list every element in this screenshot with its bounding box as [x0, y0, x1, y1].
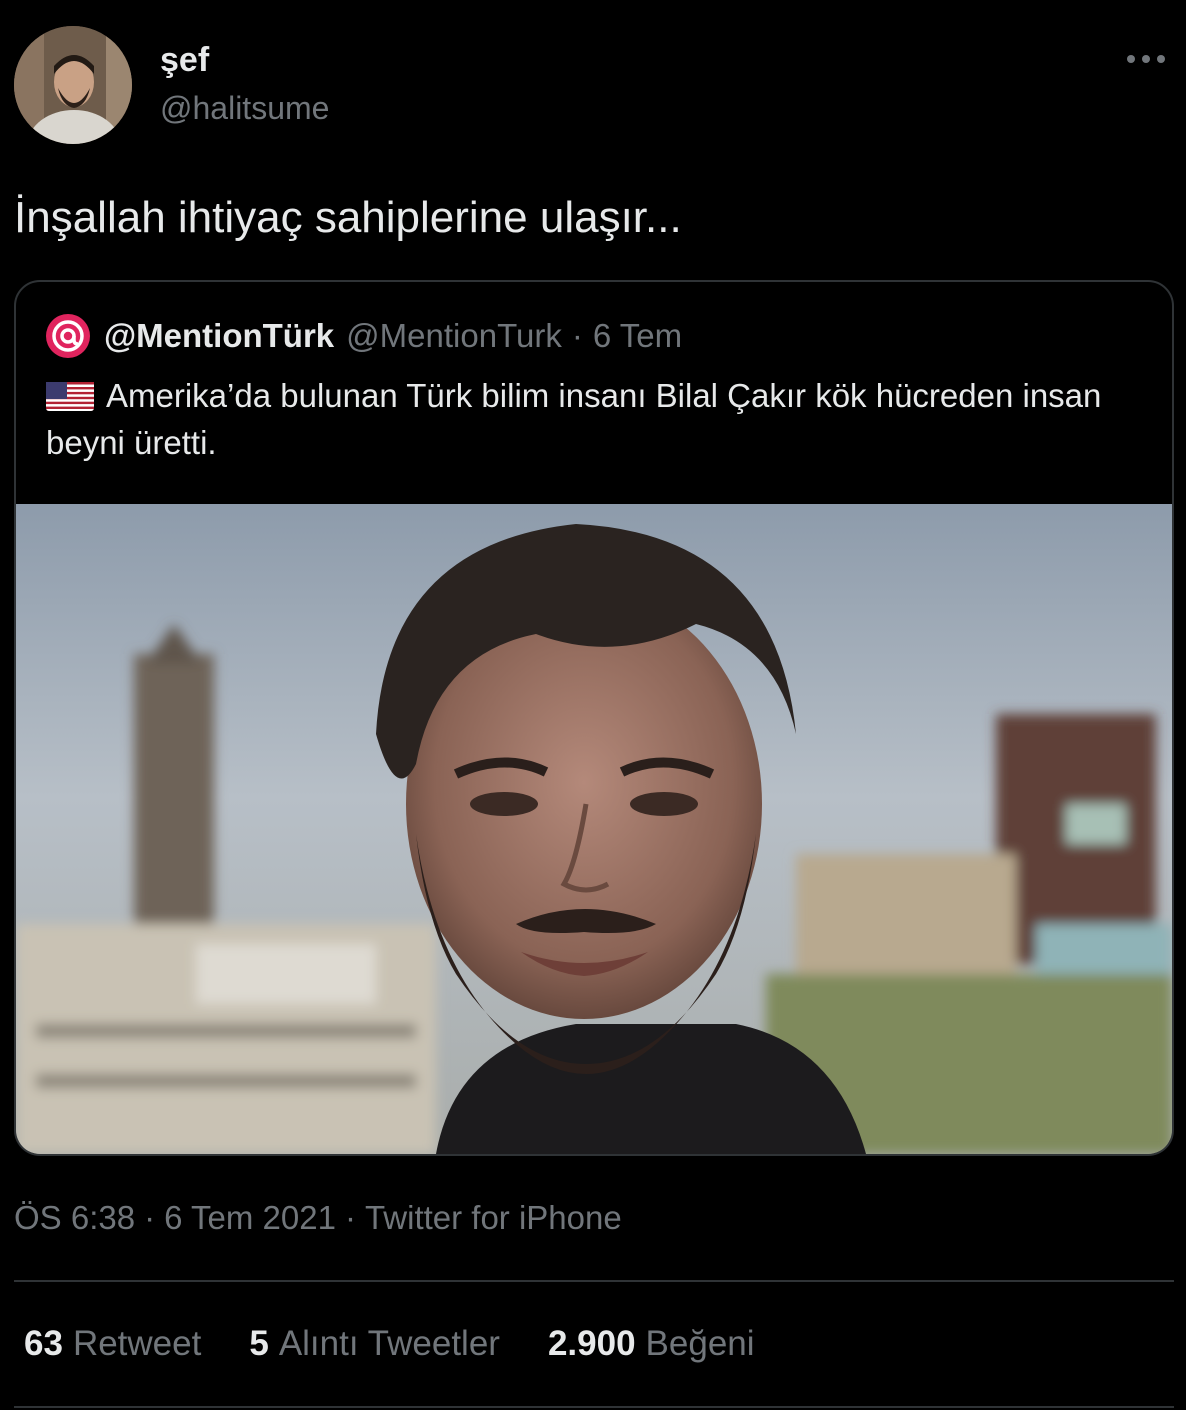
- author-avatar[interactable]: [14, 26, 132, 144]
- quote-tweets-label: Alıntı Tweetler: [278, 1324, 500, 1363]
- tweet-stats: 63 Retweet 5 Alıntı Tweetler 2.900 Beğeni: [24, 1324, 803, 1364]
- retweets-count: 63: [24, 1324, 63, 1363]
- tweet-time[interactable]: ÖS 6:38: [14, 1199, 135, 1236]
- more-horizontal-icon: [1127, 55, 1165, 63]
- retweets-stat[interactable]: 63 Retweet: [24, 1324, 201, 1364]
- likes-count: 2.900: [547, 1324, 636, 1363]
- quoted-date[interactable]: 6 Tem: [593, 317, 682, 355]
- quoted-display-name[interactable]: @MentionTürk: [104, 317, 334, 355]
- mention-at-logo-icon: [46, 314, 90, 358]
- tweet-text: İnşallah ihtiyaç sahiplerine ulaşır...: [14, 193, 682, 242]
- quoted-tweet-body: Amerika’da bulunan Türk bilim insanı Bil…: [46, 377, 1102, 461]
- likes-stat[interactable]: 2.900 Beğeni: [548, 1324, 755, 1364]
- author-handle[interactable]: @halitsume: [160, 88, 329, 128]
- meta-separator: ·: [344, 1199, 356, 1236]
- quoted-handle[interactable]: @MentionTurk: [346, 317, 562, 355]
- quoted-tweet-image[interactable]: [16, 504, 1172, 1154]
- more-options-button[interactable]: [1122, 44, 1170, 74]
- author-display-name[interactable]: şef: [160, 40, 209, 80]
- tweet-meta: ÖS 6:38 · 6 Tem 2021 · Twitter for iPhone: [14, 1196, 622, 1240]
- us-flag-icon: [46, 379, 94, 411]
- tweet-header: şef @halitsume: [14, 26, 1174, 146]
- quote-tweets-stat[interactable]: 5 Alıntı Tweetler: [249, 1324, 500, 1364]
- meta-separator: ·: [144, 1199, 156, 1236]
- quoted-tweet-text: Amerika’da bulunan Türk bilim insanı Bil…: [46, 372, 1126, 466]
- likes-label: Beğeni: [645, 1324, 755, 1363]
- tweet-source[interactable]: Twitter for iPhone: [365, 1199, 622, 1236]
- profile-photo-icon: [14, 26, 132, 144]
- quote-tweets-count: 5: [249, 1324, 269, 1363]
- quoted-tweet-header: @MentionTürk @MentionTurk · 6 Tem: [46, 314, 682, 358]
- divider: [14, 1280, 1174, 1282]
- man-portrait-photo-icon: [16, 504, 1172, 1154]
- quoted-separator: ·: [571, 317, 583, 354]
- retweets-label: Retweet: [72, 1324, 202, 1363]
- divider: [14, 1406, 1174, 1408]
- tweet-date[interactable]: 6 Tem 2021: [164, 1199, 336, 1236]
- quoted-tweet-card[interactable]: @MentionTürk @MentionTurk · 6 Tem Amerik…: [14, 280, 1174, 1156]
